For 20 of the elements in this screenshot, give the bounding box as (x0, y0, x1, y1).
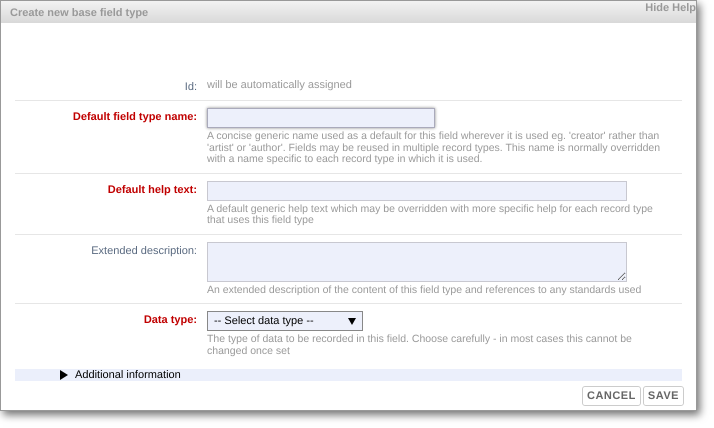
id-value: will be automatically assigned (207, 78, 352, 91)
help-text: A default generic help text which may be overridden with more specific help for each record type that uses this field type (207, 204, 654, 226)
help-text-field[interactable] (207, 180, 627, 200)
field-label: Default help text: (106, 182, 197, 198)
section-title: Additional information (75, 369, 181, 381)
field-label: Data type: (142, 313, 197, 328)
cancel-button[interactable]: CANCEL (582, 386, 641, 406)
section-header[interactable]: Additional information (15, 369, 682, 381)
dropdown-arrow-icon (348, 318, 356, 324)
save-button[interactable]: SAVE (642, 386, 684, 406)
data-type-dropdown[interactable]: -- Select data type -- (207, 311, 363, 331)
field-label: Id: (184, 80, 197, 93)
field-label: Default field type name: (72, 110, 197, 125)
window-title: Create new base field type (10, 7, 148, 19)
help-text: An extended description of the content of this field type and references to any standards used (207, 284, 642, 296)
field-label: Extended description: (90, 244, 197, 258)
help-text: A concise generic name used as a default for this field wherever it is used eg. 'creator' rather than 'artist' or 'author'. Fields may be reused in multiple record types. This name is normally overridden with a name specific to each record type in which it is used. (207, 131, 662, 166)
help-text: The type of data to be recorded in this field. Choose carefully - in most cases this cannot be changed once set (207, 334, 633, 357)
name-field[interactable] (207, 108, 435, 128)
description-field[interactable] (207, 242, 627, 282)
